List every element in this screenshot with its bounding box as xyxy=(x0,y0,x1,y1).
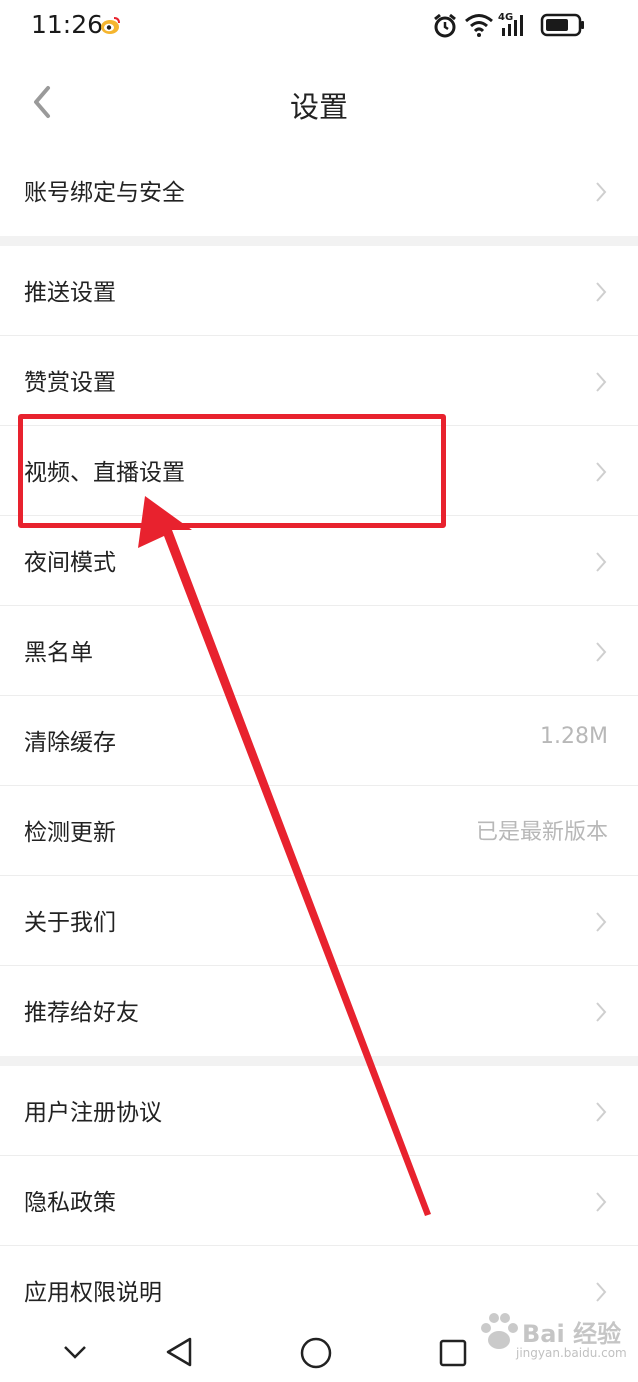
setting-row-account-security[interactable]: 账号绑定与安全 xyxy=(0,146,638,236)
chevron-right-icon xyxy=(596,462,607,482)
setting-label: 清除缓存 xyxy=(24,730,116,756)
setting-row-privacy[interactable]: 隐私政策 xyxy=(0,1156,638,1246)
watermark-brand: Bai 经验 xyxy=(522,1320,622,1348)
chevron-right-icon xyxy=(596,1192,607,1212)
wifi-icon xyxy=(465,14,493,37)
status-bar: 11:26 4G xyxy=(0,0,638,54)
setting-row-blacklist[interactable]: 黑名单 xyxy=(0,606,638,696)
setting-label: 推送设置 xyxy=(24,280,116,306)
setting-row-clear-cache[interactable]: 清除缓存 1.28M xyxy=(0,696,638,786)
triangle-back-icon[interactable] xyxy=(164,1336,194,1368)
setting-row-user-agreement[interactable]: 用户注册协议 xyxy=(0,1066,638,1156)
setting-row-push[interactable]: 推送设置 xyxy=(0,246,638,336)
chevron-right-icon xyxy=(596,372,607,392)
chevron-right-icon xyxy=(596,282,607,302)
circle-home-icon[interactable] xyxy=(299,1336,333,1370)
setting-label: 推荐给好友 xyxy=(24,1000,139,1026)
setting-label: 账号绑定与安全 xyxy=(24,180,185,206)
setting-label: 应用权限说明 xyxy=(24,1280,162,1306)
signal-icon xyxy=(502,15,523,36)
cache-size-value: 1.28M xyxy=(540,724,608,749)
setting-row-check-update[interactable]: 检测更新 已是最新版本 xyxy=(0,786,638,876)
section-divider xyxy=(0,1056,638,1066)
setting-label: 黑名单 xyxy=(24,640,93,666)
setting-label: 用户注册协议 xyxy=(24,1100,162,1126)
chevron-right-icon xyxy=(596,1002,607,1022)
section-divider xyxy=(0,236,638,246)
update-status-value: 已是最新版本 xyxy=(475,820,608,845)
chevron-right-icon xyxy=(596,182,607,202)
setting-label: 赞赏设置 xyxy=(24,370,116,396)
annotation-highlight-box xyxy=(18,414,446,528)
battery-icon xyxy=(540,13,584,37)
watermark-domain: jingyan.baidu.com xyxy=(516,1346,627,1360)
square-recent-icon[interactable] xyxy=(438,1338,468,1368)
setting-row-night-mode[interactable]: 夜间模式 xyxy=(0,516,638,606)
paw-logo-icon xyxy=(481,1313,518,1349)
weibo-icon xyxy=(101,17,120,34)
setting-label: 检测更新 xyxy=(24,820,116,846)
baidu-jingyan-watermark: Bai 经验 jingyan.baidu.com xyxy=(478,1312,628,1372)
chevron-right-icon xyxy=(596,1282,607,1302)
setting-row-recommend[interactable]: 推荐给好友 xyxy=(0,966,638,1056)
chevron-right-icon xyxy=(596,552,607,572)
setting-label: 关于我们 xyxy=(24,910,116,936)
setting-row-reward[interactable]: 赞赏设置 xyxy=(0,336,638,426)
nav-bar: 设置 xyxy=(0,54,638,150)
chevron-right-icon xyxy=(596,1102,607,1122)
setting-label: 隐私政策 xyxy=(24,1190,116,1216)
chevron-down-icon[interactable] xyxy=(62,1344,88,1360)
setting-row-about[interactable]: 关于我们 xyxy=(0,876,638,966)
settings-list: 账号绑定与安全 推送设置 赞赏设置 视频、直播设置 夜间模式 黑名单 清除缓存 … xyxy=(0,146,638,1336)
status-time: 11:26 xyxy=(31,10,104,39)
setting-label: 夜间模式 xyxy=(24,550,116,576)
chevron-right-icon xyxy=(596,642,607,662)
alarm-icon xyxy=(434,13,456,38)
page-title: 设置 xyxy=(289,90,348,124)
chevron-right-icon xyxy=(596,912,607,932)
